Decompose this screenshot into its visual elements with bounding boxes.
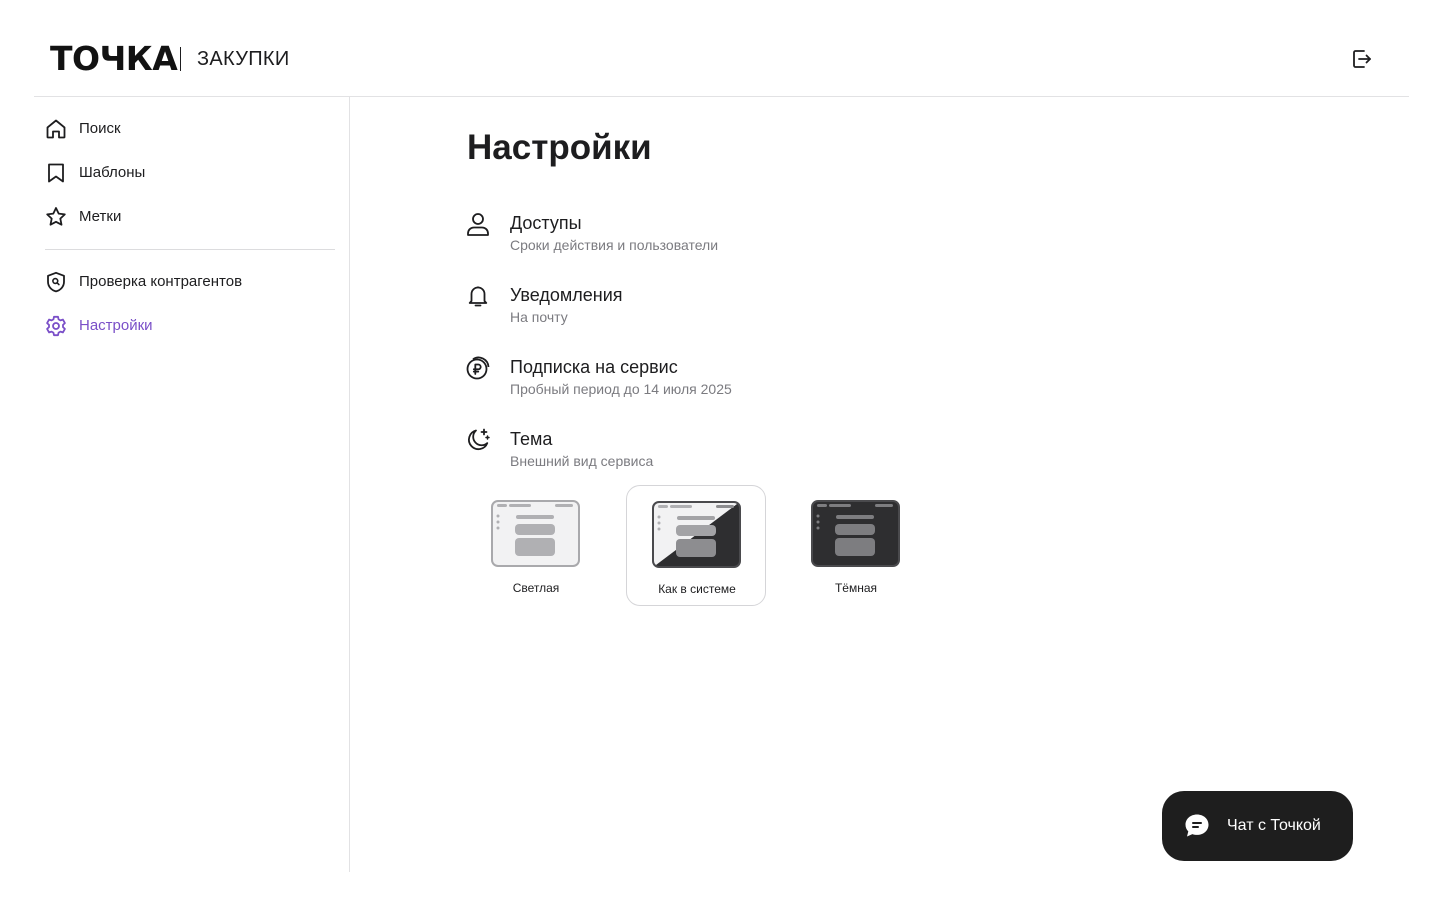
setting-subtitle: Пробный период до 14 июля 2025: [510, 381, 732, 397]
sidebar-item-search[interactable]: Поиск: [44, 113, 334, 145]
sidebar-item-counterparty-check[interactable]: Проверка контрагентов: [44, 266, 334, 298]
setting-subscription[interactable]: Подписка на сервис Пробный период до 14 …: [465, 355, 885, 403]
system-theme-preview: [652, 501, 741, 568]
sidebar: Поиск Шаблоны Метки Проверка контрагенто…: [34, 97, 350, 872]
setting-subtitle: Внешний вид сервиса: [510, 453, 654, 469]
theme-option-dark[interactable]: Тёмная: [786, 485, 926, 606]
bookmark-icon: [44, 161, 68, 185]
setting-theme: Тема Внешний вид сервиса: [465, 427, 885, 475]
logo-separator: [180, 47, 181, 71]
home-icon: [44, 117, 68, 141]
sidebar-item-label: Метки: [79, 208, 122, 225]
logout-button[interactable]: [1350, 47, 1374, 71]
sidebar-item-label: Проверка контрагентов: [79, 273, 243, 290]
shield-search-icon: [44, 270, 68, 294]
product-name: ЗАКУПКИ: [197, 48, 290, 70]
sidebar-divider: [45, 249, 335, 250]
setting-title: Доступы: [510, 213, 582, 233]
setting-subtitle: На почту: [510, 309, 568, 325]
theme-option-system[interactable]: Как в системе: [626, 485, 766, 606]
user-icon: [465, 211, 491, 237]
sidebar-item-tags[interactable]: Метки: [44, 201, 334, 233]
gear-icon: [44, 314, 68, 338]
sidebar-item-label: Шаблоны: [79, 164, 146, 181]
header: ТОЧКА ЗАКУПКИ: [34, 0, 1409, 97]
chat-button[interactable]: Чат с Точкой: [1162, 791, 1353, 861]
logo[interactable]: ТОЧКА: [50, 40, 178, 78]
theme-option-label: Светлая: [512, 581, 560, 595]
setting-title: Подписка на сервис: [510, 357, 678, 377]
setting-access[interactable]: Доступы Сроки действия и пользователи: [465, 211, 885, 259]
sidebar-item-settings[interactable]: Настройки: [44, 310, 334, 342]
setting-title: Тема: [510, 429, 553, 449]
setting-title: Уведомления: [510, 285, 623, 305]
setting-subtitle: Сроки действия и пользователи: [510, 237, 719, 253]
page-title: Настройки: [467, 128, 652, 167]
moon-stars-icon: [465, 427, 491, 453]
dark-theme-preview: [811, 500, 900, 567]
star-icon: [44, 205, 68, 229]
theme-option-label: Как в системе: [658, 582, 736, 596]
ruble-coins-icon: [465, 355, 491, 381]
sidebar-item-templates[interactable]: Шаблоны: [44, 157, 334, 189]
sidebar-item-label: Поиск: [79, 120, 121, 137]
theme-option-light[interactable]: Светлая: [466, 485, 606, 606]
bell-icon: [465, 283, 491, 309]
theme-option-label: Тёмная: [834, 581, 878, 595]
light-theme-preview: [491, 500, 580, 567]
chat-button-label: Чат с Точкой: [1227, 817, 1321, 834]
setting-notifications[interactable]: Уведомления На почту: [465, 283, 885, 331]
chat-bubble-icon: [1185, 814, 1209, 837]
sidebar-item-label: Настройки: [79, 317, 153, 334]
logout-icon: [1353, 50, 1371, 68]
